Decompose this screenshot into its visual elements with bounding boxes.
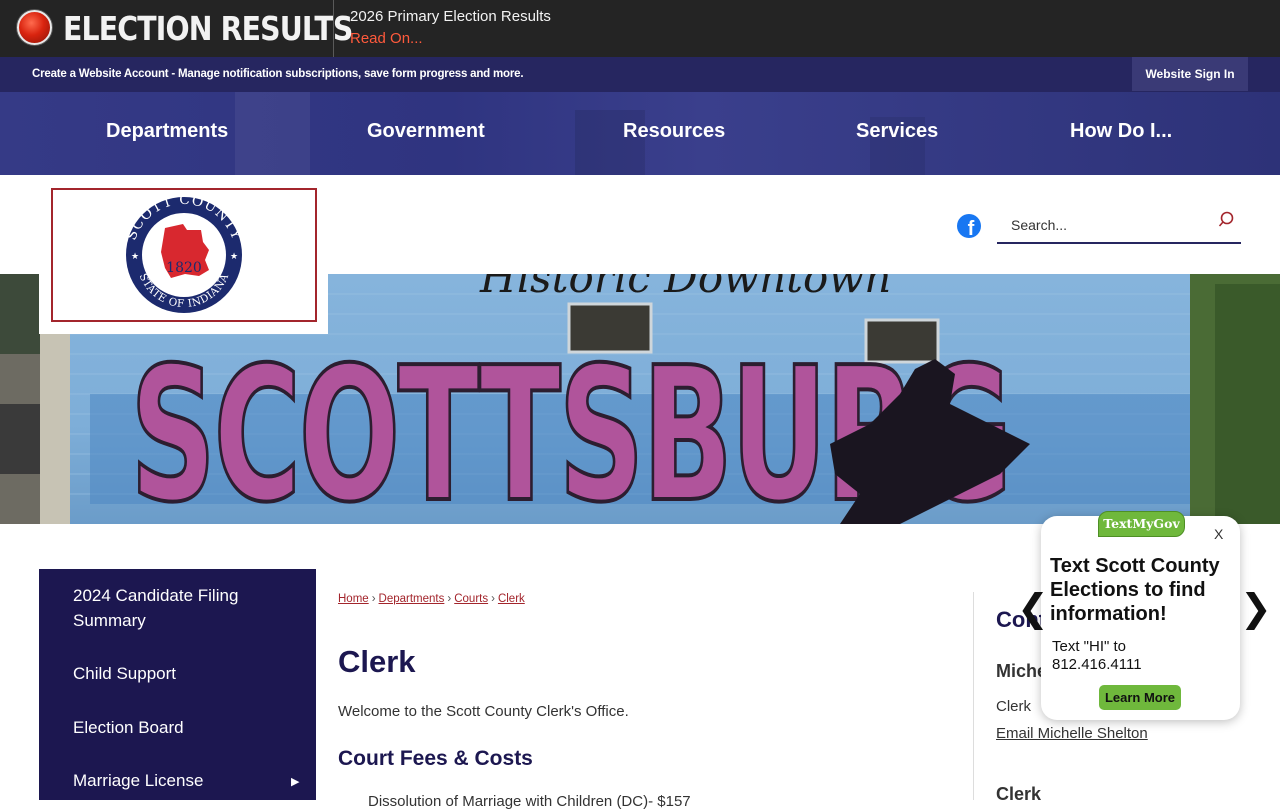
sidebar-item-election-board[interactable]: Election Board: [73, 715, 303, 740]
contact-second-heading: Clerk: [996, 784, 1042, 804]
alert-dot-icon: [17, 10, 52, 45]
column-divider: [973, 592, 974, 800]
alert-read-more-link[interactable]: Read On...: [350, 30, 423, 47]
alert-bar: ELECTION RESULTS 2026 Primary Election R…: [0, 0, 1280, 57]
svg-text:★: ★: [230, 251, 238, 261]
breadcrumb: Home › Departments › Courts › Clerk: [338, 593, 525, 605]
alert-divider: [333, 0, 334, 57]
popup-close-button[interactable]: X: [1214, 526, 1223, 542]
sidebar-item-marriage-license[interactable]: Marriage License: [73, 768, 303, 793]
search-icon[interactable]: [1218, 211, 1234, 229]
create-account-link[interactable]: Create a Website Account - Manage notifi…: [32, 68, 524, 80]
svg-text:★: ★: [131, 251, 139, 261]
textmygov-popup: TextMyGov X Text Scott County Elections …: [1041, 511, 1240, 720]
county-logo: SCOTT COUNTY STATE OF INDIANA ★ ★ 1820: [51, 188, 317, 322]
nav-services[interactable]: Services: [856, 120, 938, 143]
popup-prev-icon[interactable]: ❮: [1017, 586, 1049, 630]
sign-in-button[interactable]: Website Sign In: [1132, 57, 1248, 91]
triangle-right-icon[interactable]: ▶: [291, 775, 299, 788]
svg-text:1820: 1820: [166, 260, 202, 276]
sidebar-nav: 2024 Candidate Filing Summary Child Supp…: [39, 569, 316, 800]
breadcrumb-home[interactable]: Home: [338, 593, 369, 605]
alert-title: ELECTION RESULTS: [63, 9, 353, 48]
fees-heading: Court Fees & Costs: [338, 747, 533, 770]
breadcrumb-departments[interactable]: Departments: [379, 593, 445, 605]
contact-name: Miche: [996, 661, 1048, 681]
page-title: Clerk: [338, 644, 416, 679]
breadcrumb-clerk[interactable]: Clerk: [498, 593, 525, 605]
nav-government[interactable]: Government: [367, 120, 485, 143]
search-box: [997, 207, 1241, 244]
popup-title: Text Scott County Elections to find info…: [1050, 555, 1220, 625]
nav-resources[interactable]: Resources: [623, 120, 725, 143]
nav-how-do-i[interactable]: How Do I...: [1070, 120, 1172, 143]
learn-more-button[interactable]: Learn More: [1099, 685, 1181, 710]
search-input[interactable]: [997, 207, 1207, 242]
facebook-icon[interactable]: f: [957, 214, 981, 238]
contact-role: Clerk: [996, 698, 1032, 715]
sidebar-item-candidate-filing[interactable]: 2024 Candidate Filing Summary: [73, 583, 303, 633]
alert-headline: 2026 Primary Election Results: [350, 8, 551, 25]
county-seal-icon: SCOTT COUNTY STATE OF INDIANA ★ ★ 1820: [123, 192, 244, 313]
main-nav: Departments Government Resources Service…: [0, 92, 1280, 175]
nav-departments[interactable]: Departments: [106, 120, 228, 143]
sidebar-item-child-support[interactable]: Child Support: [73, 661, 303, 686]
contact-email-link[interactable]: Email Michelle Shelton: [996, 725, 1148, 742]
logo-link[interactable]: SCOTT COUNTY STATE OF INDIANA ★ ★ 1820: [39, 175, 328, 334]
svg-text:Historic Downtown: Historic Downtown: [479, 274, 891, 302]
welcome-text: Welcome to the Scott County Clerk's Offi…: [338, 703, 629, 720]
fee-list-item: Dissolution of Marriage with Children (D…: [368, 793, 691, 810]
popup-next-icon[interactable]: ❯: [1240, 586, 1272, 630]
breadcrumb-courts[interactable]: Courts: [454, 593, 488, 605]
textmygov-logo: TextMyGov: [1098, 511, 1185, 537]
account-bar: Create a Website Account - Manage notifi…: [0, 57, 1280, 92]
popup-body: Text "HI" to 812.416.4111: [1052, 638, 1142, 673]
